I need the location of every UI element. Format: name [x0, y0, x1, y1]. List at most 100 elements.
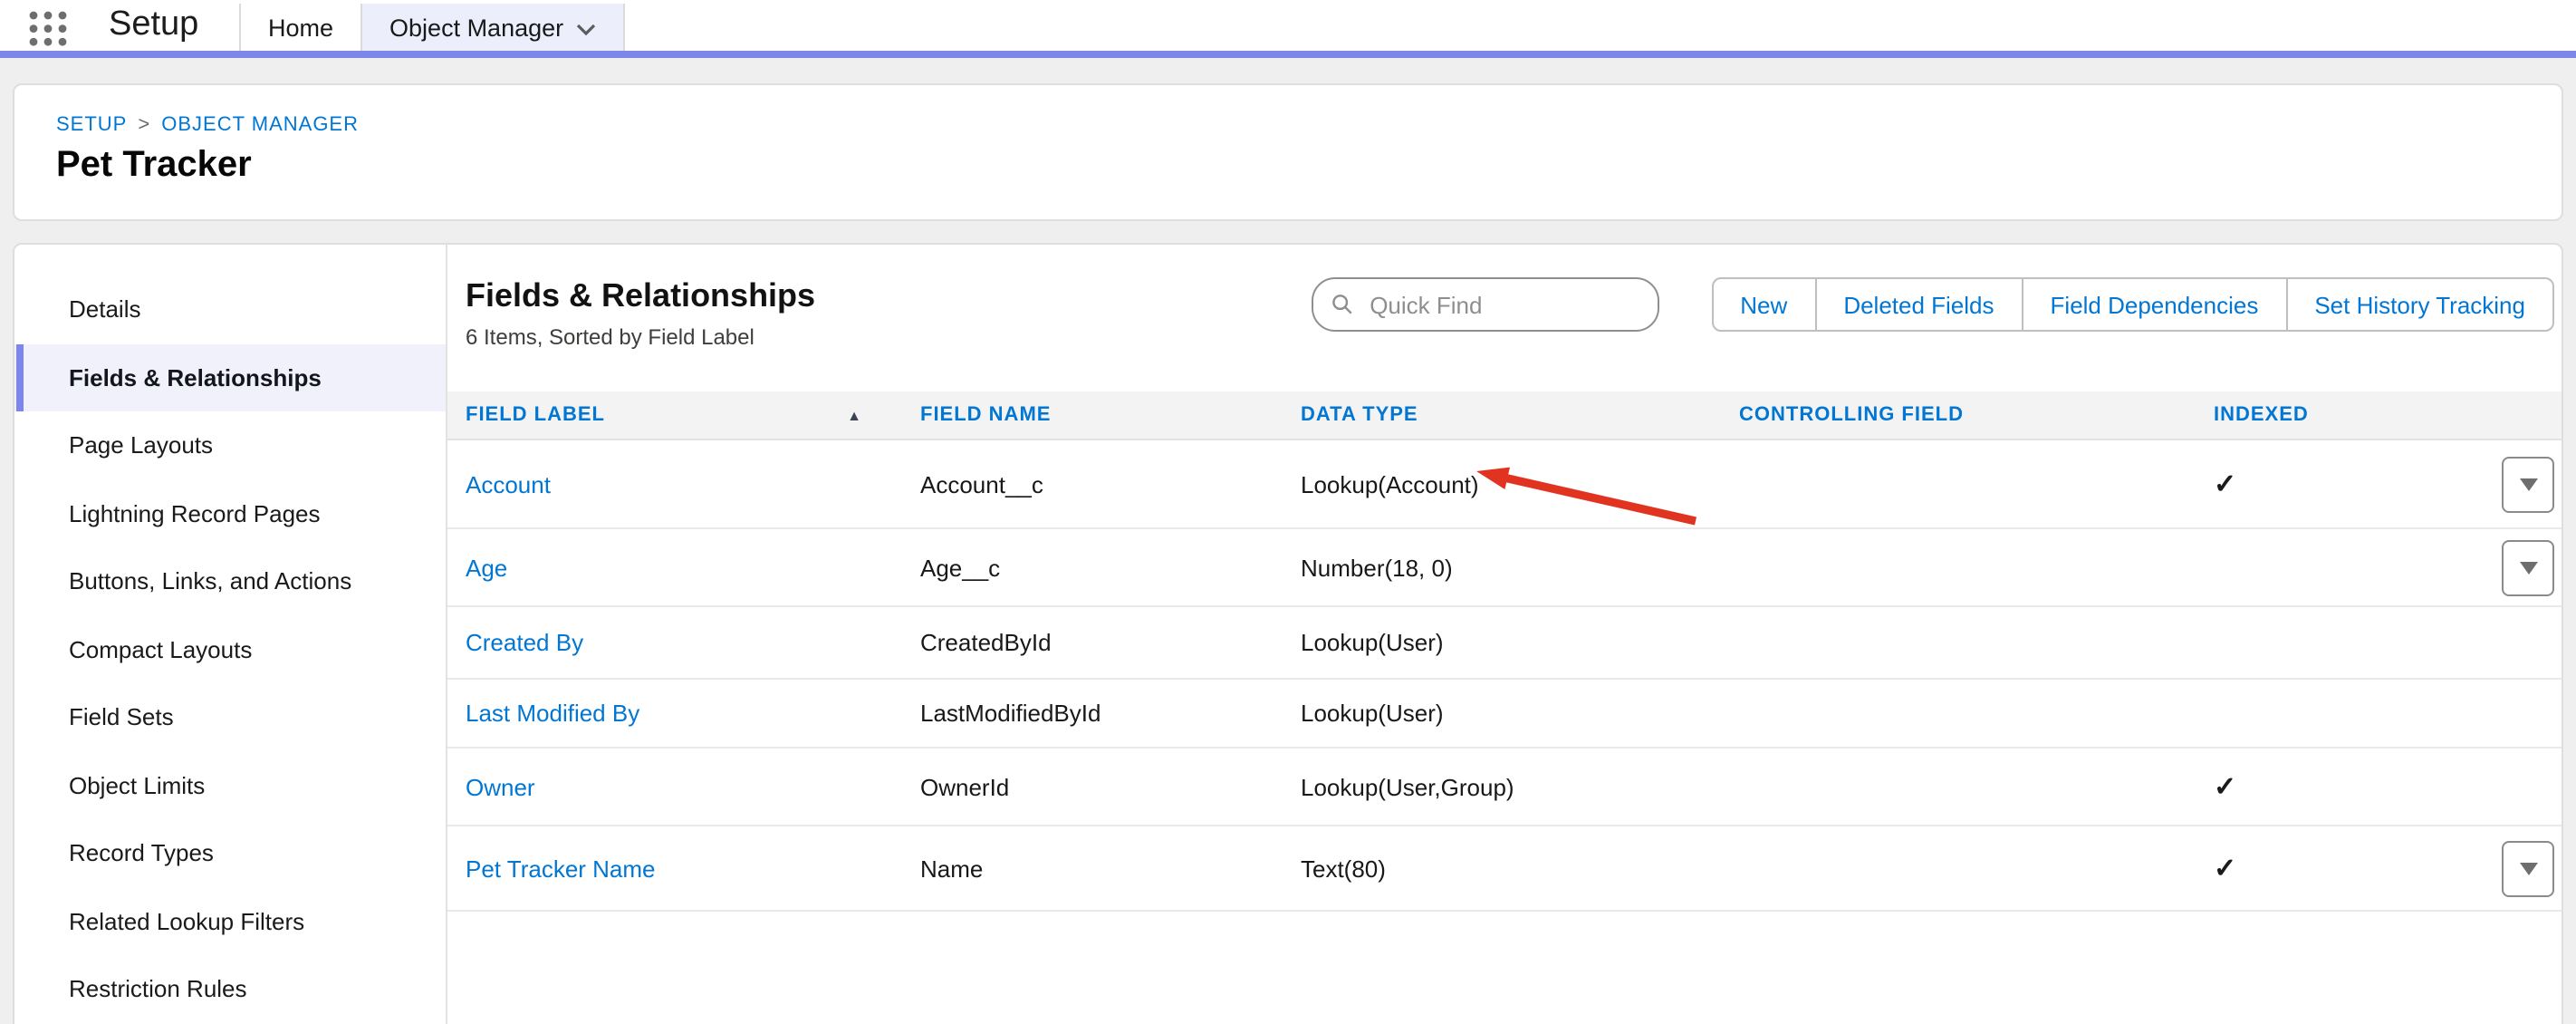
search-icon: [1331, 292, 1353, 317]
indexed-cell: ✓: [2196, 770, 2484, 803]
fields-table: FIELD LABEL ▲ FIELD NAME DATA TYPE CONTROLLI…: [447, 391, 2562, 912]
page-title: Pet Tracker: [56, 145, 252, 187]
sidebar-item-record-types[interactable]: Record Types: [14, 819, 446, 887]
indexed-checkmark-icon: ✓: [2214, 469, 2236, 500]
breadcrumb-link-setup[interactable]: SETUP: [56, 114, 127, 136]
table-row: Created By CreatedByIdLookup(User): [447, 605, 2562, 678]
sidebar-item-related-lookup-filters[interactable]: Related Lookup Filters: [14, 887, 446, 955]
field-label-link[interactable]: Created By: [466, 629, 583, 656]
field-name-cell: Account__c: [902, 470, 1283, 498]
field-label-link[interactable]: Owner: [466, 773, 535, 800]
table-row: Account Account__cLookup(Account) ✓: [447, 440, 2562, 527]
fields-relationships-panel: Fields & Relationships 6 Items, Sorted b…: [447, 245, 2562, 1024]
column-header-label: CONTROLLING FIELD: [1739, 404, 1964, 426]
sidebar-item-restriction-rules[interactable]: Restriction Rules: [14, 955, 446, 1023]
app-title: Setup: [109, 5, 198, 45]
field-name-cell: LastModifiedById: [902, 700, 1283, 727]
set-history-tracking-button[interactable]: Set History Tracking: [2287, 277, 2554, 332]
column-header-field-label[interactable]: FIELD LABEL ▲: [447, 404, 902, 426]
table-row: Owner OwnerIdLookup(User,Group) ✓: [447, 747, 2562, 825]
chevron-down-icon: [576, 14, 596, 41]
data-type-cell: Lookup(User): [1283, 629, 1721, 656]
toolbar-buttons: NewDeleted FieldsField DependenciesSet H…: [1711, 277, 2554, 332]
indexed-checkmark-icon: ✓: [2214, 854, 2236, 884]
object-settings-sidebar: DetailsFields & RelationshipsPage Layout…: [14, 245, 446, 1024]
row-actions-cell: [2484, 539, 2562, 595]
table-row: Pet Tracker Name NameText(80) ✓: [447, 825, 2562, 910]
data-type-cell: Text(80): [1283, 855, 1721, 882]
fields-table-body: Account Account__cLookup(Account) ✓ Age Age_…: [447, 440, 2562, 912]
sidebar-item-lightning-record-pages[interactable]: Lightning Record Pages: [14, 479, 446, 547]
table-row: Age Age__cNumber(18, 0): [447, 527, 2562, 605]
tab-object-manager[interactable]: Object Manager: [360, 4, 625, 51]
brand-accent-bar: [0, 51, 2576, 58]
column-header-label: FIELD NAME: [920, 404, 1051, 426]
sidebar-item-buttons-links-and-actions[interactable]: Buttons, Links, and Actions: [14, 547, 446, 615]
row-actions-button[interactable]: [2502, 840, 2554, 896]
field-name-cell: Name: [902, 855, 1283, 882]
field-label-cell: Created By: [447, 629, 902, 656]
sidebar-item-field-sets[interactable]: Field Sets: [14, 683, 446, 751]
tab-label: Home: [268, 14, 333, 41]
column-header-label: INDEXED: [2214, 404, 2309, 426]
column-header-label: FIELD LABEL: [466, 404, 605, 426]
field-name-cell: OwnerId: [902, 773, 1283, 800]
tab-home[interactable]: Home: [239, 4, 360, 51]
field-label-cell: Owner: [447, 773, 902, 800]
field-dependencies-button[interactable]: Field Dependencies: [2023, 277, 2288, 332]
deleted-fields-button[interactable]: Deleted Fields: [1816, 277, 2023, 332]
sidebar-item-fields-relationships[interactable]: Fields & Relationships: [14, 343, 446, 411]
tab-label: Object Manager: [389, 14, 563, 41]
panel-title: Fields & Relationships: [466, 277, 815, 315]
indexed-cell: ✓: [2196, 852, 2484, 884]
row-actions-cell: [2484, 840, 2562, 896]
indexed-cell: ✓: [2196, 468, 2484, 500]
indexed-checkmark-icon: ✓: [2214, 772, 2236, 803]
breadcrumb-link-object-manager[interactable]: OBJECT MANAGER: [161, 114, 359, 136]
global-header: Setup Home Object Manager: [0, 0, 2576, 58]
row-actions-button[interactable]: [2502, 456, 2554, 512]
sort-ascending-icon: ▲: [847, 407, 862, 423]
field-label-cell: Age: [447, 554, 902, 581]
row-actions-cell: [2484, 456, 2562, 512]
setup-tabs: Home Object Manager: [239, 4, 625, 51]
sidebar-item-object-limits[interactable]: Object Limits: [14, 751, 446, 819]
row-actions-button[interactable]: [2502, 539, 2554, 595]
field-label-link[interactable]: Age: [466, 554, 507, 581]
column-header-data-type[interactable]: DATA TYPE: [1283, 404, 1721, 426]
data-type-cell: Number(18, 0): [1283, 554, 1721, 581]
data-type-cell: Lookup(User): [1283, 700, 1721, 727]
new-button[interactable]: New: [1711, 277, 1816, 332]
field-label-cell: Last Modified By: [447, 700, 902, 727]
field-label-link[interactable]: Account: [466, 470, 551, 498]
caret-down-icon: [2519, 862, 2537, 874]
object-header-card: SETUP > OBJECT MANAGER Pet Tracker: [13, 83, 2563, 221]
object-manager-card: DetailsFields & RelationshipsPage Layout…: [13, 243, 2563, 1024]
quick-find-box: [1312, 277, 1659, 332]
sidebar-item-details[interactable]: Details: [14, 275, 446, 343]
field-name-cell: CreatedById: [902, 629, 1283, 656]
sidebar-item-compact-layouts[interactable]: Compact Layouts: [14, 615, 446, 683]
column-header-field-name[interactable]: FIELD NAME: [902, 404, 1283, 426]
salesforce-setup-page: Setup Home Object Manager SETUP > OBJECT MA…: [0, 0, 2576, 1024]
data-type-cell: Lookup(Account): [1283, 470, 1721, 498]
sidebar-item-page-layouts[interactable]: Page Layouts: [14, 411, 446, 479]
table-row: Last Modified By LastModifiedByIdLookup(U…: [447, 678, 2562, 747]
caret-down-icon: [2519, 478, 2537, 490]
breadcrumb: SETUP > OBJECT MANAGER: [56, 114, 359, 136]
field-name-cell: Age__c: [902, 554, 1283, 581]
app-launcher-icon[interactable]: [27, 9, 71, 49]
quick-find-input[interactable]: [1366, 289, 1639, 320]
column-header-label: DATA TYPE: [1301, 404, 1418, 426]
fields-table-header: FIELD LABEL ▲ FIELD NAME DATA TYPE CONTROLLI…: [447, 391, 2562, 440]
data-type-cell: Lookup(User,Group): [1283, 773, 1721, 800]
field-label-cell: Account: [447, 470, 902, 498]
field-label-cell: Pet Tracker Name: [447, 855, 902, 882]
breadcrumb-separator: >: [138, 114, 150, 136]
field-label-link[interactable]: Last Modified By: [466, 700, 639, 727]
field-label-link[interactable]: Pet Tracker Name: [466, 855, 656, 882]
column-header-controlling-field[interactable]: CONTROLLING FIELD: [1721, 404, 2196, 426]
caret-down-icon: [2519, 561, 2537, 574]
items-count-label: 6 Items, Sorted by Field Label: [466, 324, 755, 350]
column-header-indexed[interactable]: INDEXED: [2196, 404, 2484, 426]
